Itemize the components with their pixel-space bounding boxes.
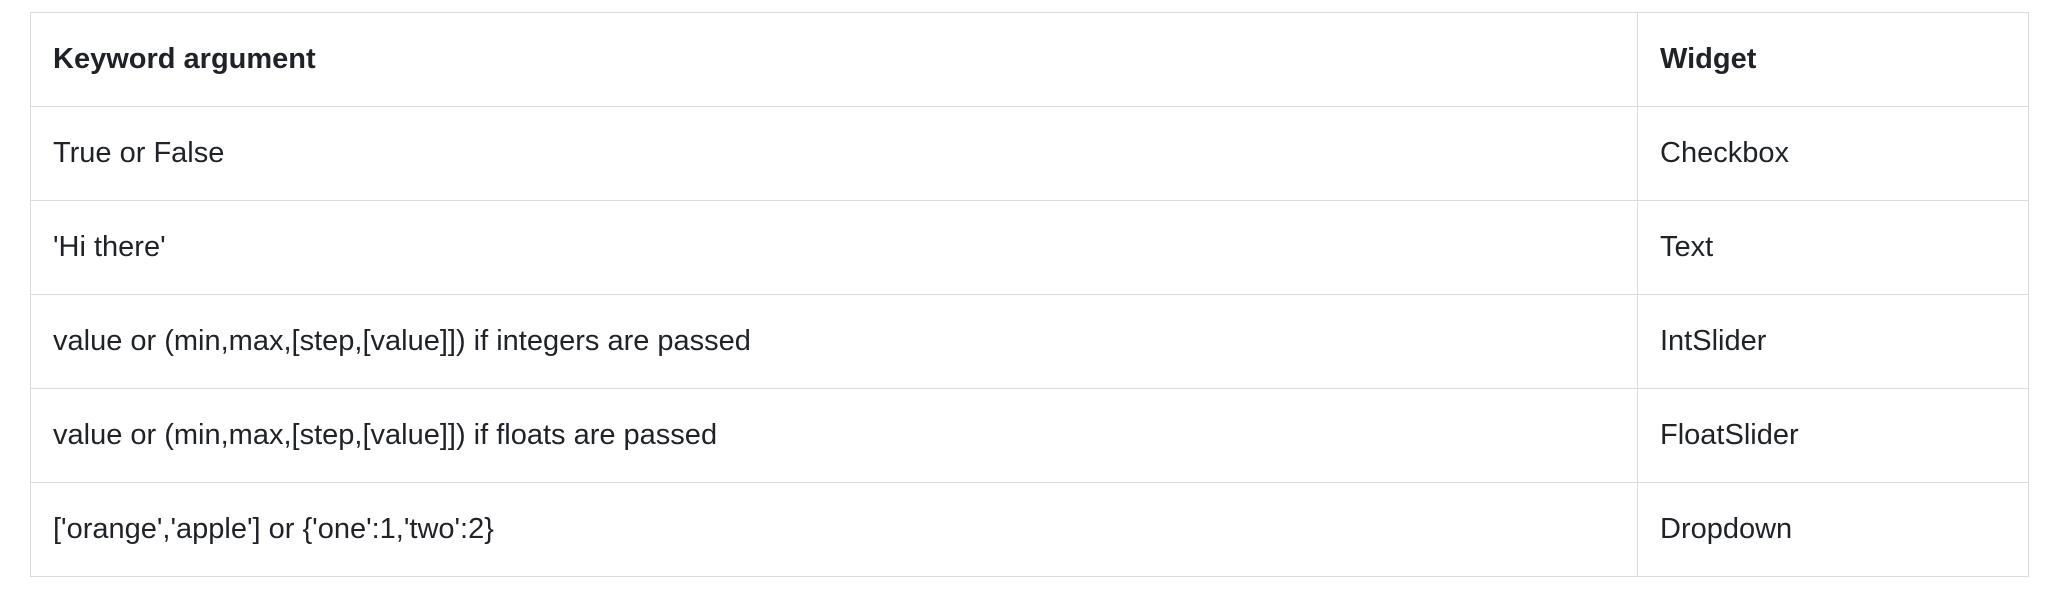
keyword-argument-cell: True or False (30, 106, 1638, 201)
keyword-argument-cell: value or (min,max,[step,[value]]) if int… (30, 294, 1638, 389)
widget-cell: IntSlider (1637, 294, 2029, 389)
table-row: value or (min,max,[step,[value]]) if flo… (30, 388, 2029, 483)
table-row: value or (min,max,[step,[value]]) if int… (30, 294, 2029, 389)
widget-cell: Text (1637, 200, 2029, 295)
table-row: True or False Checkbox (30, 106, 2029, 201)
table-row: ['orange','apple'] or {'one':1,'two':2} … (30, 482, 2029, 577)
widget-abbreviation-table: Keyword argument Widget True or False Ch… (30, 12, 2029, 577)
widget-cell: Checkbox (1637, 106, 2029, 201)
keyword-argument-cell: ['orange','apple'] or {'one':1,'two':2} (30, 482, 1638, 577)
widget-abbreviation-table-container: Keyword argument Widget True or False Ch… (30, 12, 2029, 577)
widget-cell: FloatSlider (1637, 388, 2029, 483)
keyword-argument-cell: 'Hi there' (30, 200, 1638, 295)
table-row: 'Hi there' Text (30, 200, 2029, 295)
table-body: True or False Checkbox 'Hi there' Text v… (30, 106, 2029, 577)
widget-cell: Dropdown (1637, 482, 2029, 577)
keyword-argument-cell: value or (min,max,[step,[value]]) if flo… (30, 388, 1638, 483)
column-header-widget: Widget (1637, 12, 2029, 107)
table-header-row: Keyword argument Widget (30, 12, 2029, 107)
table-header: Keyword argument Widget (30, 12, 2029, 107)
column-header-keyword-argument: Keyword argument (30, 12, 1638, 107)
